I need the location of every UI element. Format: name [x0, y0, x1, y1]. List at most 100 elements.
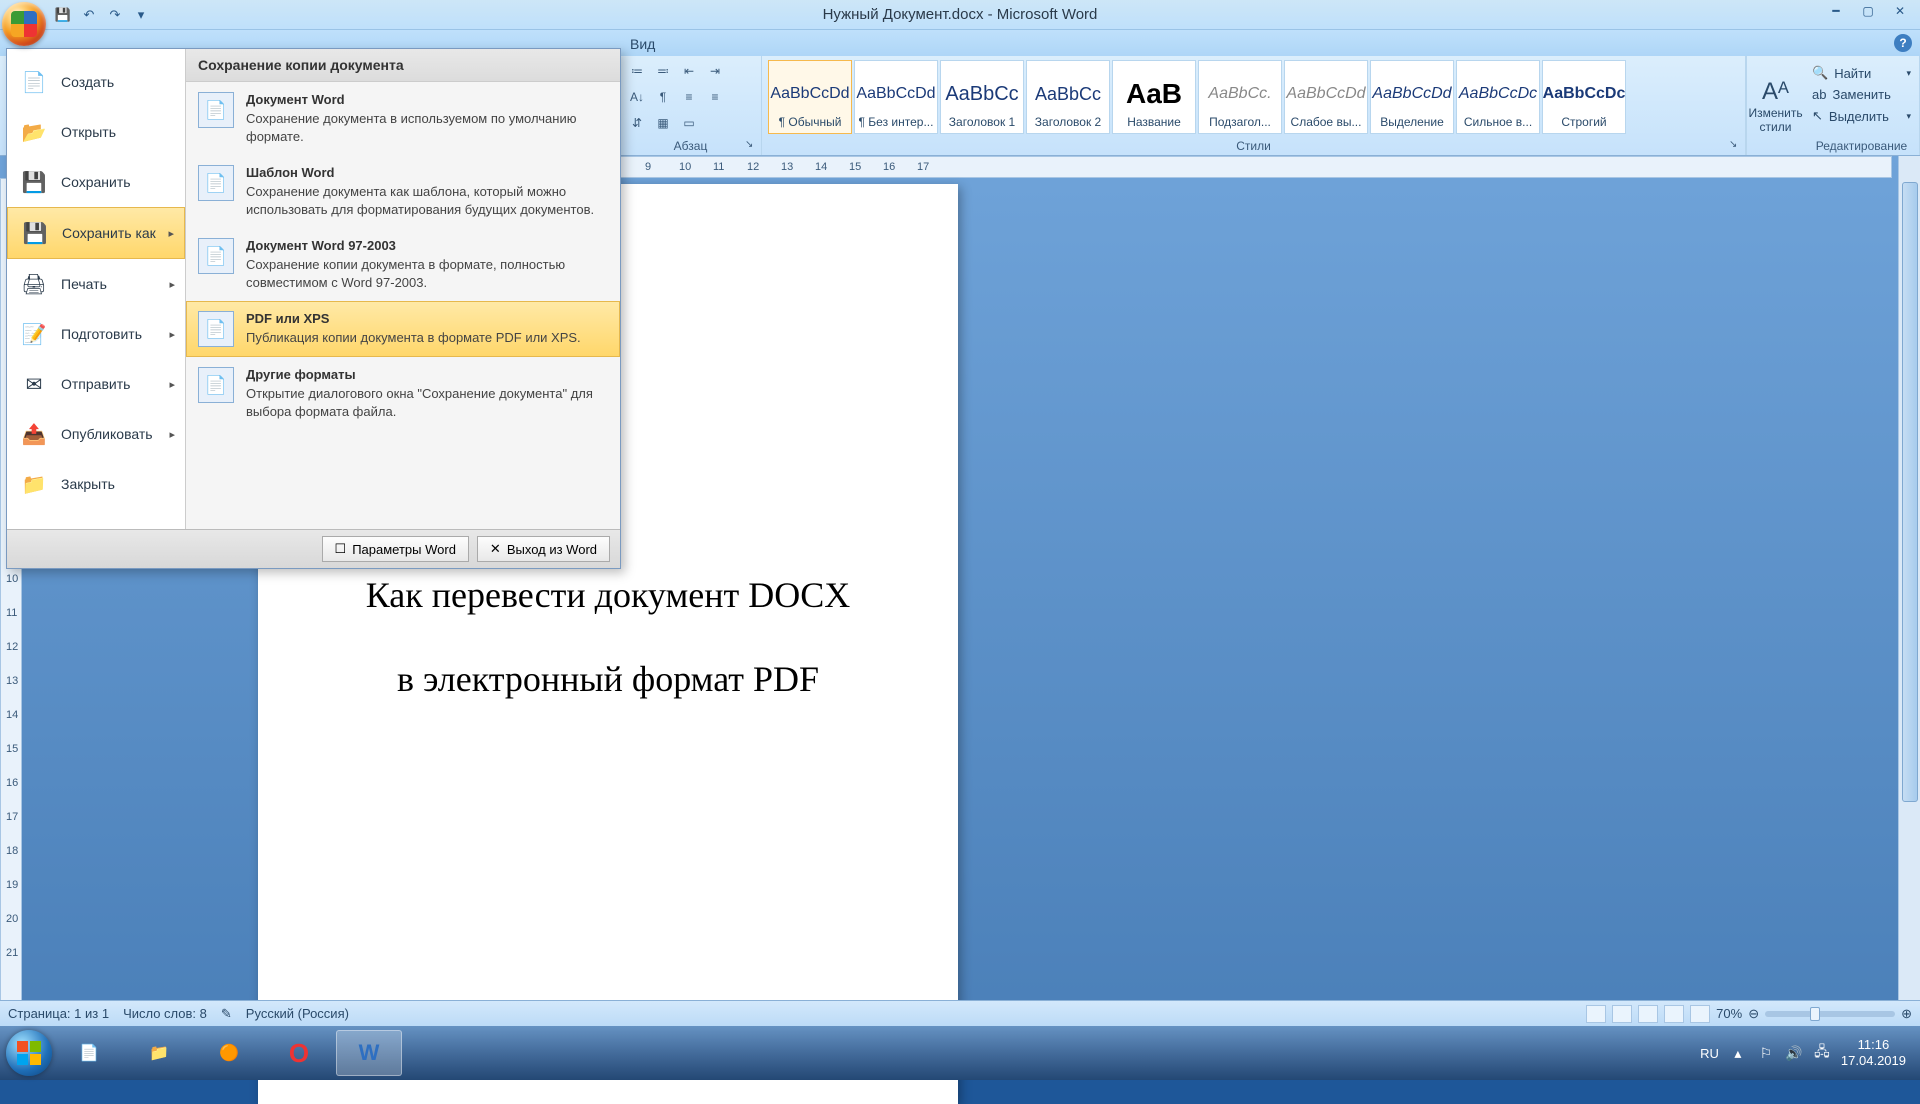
chevron-right-icon: ▸	[169, 428, 175, 441]
exit-icon: ✕	[490, 541, 501, 557]
paragraph-launcher-icon[interactable]: ↘	[745, 139, 759, 153]
spellcheck-icon[interactable]: ✎	[221, 1006, 232, 1022]
clock[interactable]: 11:16 17.04.2019	[1841, 1037, 1906, 1068]
fullscreen-reading-view-icon[interactable]	[1612, 1005, 1632, 1023]
flag-icon[interactable]: ⚐	[1757, 1044, 1775, 1062]
redo-icon[interactable]: ↷	[106, 6, 124, 24]
web-layout-view-icon[interactable]	[1638, 1005, 1658, 1023]
taskbar-app-ubuntu[interactable]: 🟠	[196, 1030, 262, 1076]
menu-item-icon: 📤	[19, 419, 49, 449]
zoom-slider-thumb[interactable]	[1810, 1007, 1820, 1021]
save-as-option[interactable]: 📄Шаблон WordСохранение документа как шаб…	[186, 155, 620, 228]
windows-taskbar: 📄 📁 🟠 O W RU ▴ ⚐ 🔊 🖧 11:16 17.04.2019	[0, 1026, 1920, 1080]
undo-icon[interactable]: ↶	[80, 6, 98, 24]
language-indicator[interactable]: Русский (Россия)	[246, 1006, 349, 1021]
show-marks-icon[interactable]: ¶	[652, 86, 674, 108]
indent-increase-icon[interactable]: ⇥	[704, 60, 726, 82]
page-count[interactable]: Страница: 1 из 1	[8, 1006, 109, 1021]
replace-button[interactable]: abЗаменить	[1810, 84, 1913, 105]
tab-view[interactable]: Вид	[618, 32, 667, 56]
tray-arrow-icon[interactable]: ▴	[1729, 1044, 1747, 1062]
office-menu-item[interactable]: 🖨Печать▸	[7, 259, 185, 309]
line-spacing-icon[interactable]: ⇵	[626, 112, 648, 134]
save-as-option[interactable]: 📄Другие форматыОткрытие диалогового окна…	[186, 357, 620, 430]
menu-item-icon: ✉	[19, 369, 49, 399]
sort-icon[interactable]: A↓	[626, 86, 648, 108]
minimize-button[interactable]: ━	[1822, 2, 1850, 20]
scrollbar-thumb[interactable]	[1902, 182, 1918, 802]
vertical-scrollbar[interactable]	[1898, 156, 1920, 1044]
volume-icon[interactable]: 🔊	[1785, 1044, 1803, 1062]
office-button[interactable]	[2, 2, 46, 46]
change-styles-label: Изменить стили	[1748, 106, 1802, 134]
style-item[interactable]: AaBbCcDd¶ Без интер...	[854, 60, 938, 134]
maximize-button[interactable]: ▢	[1854, 2, 1882, 20]
draft-view-icon[interactable]	[1690, 1005, 1710, 1023]
save-as-option[interactable]: 📄PDF или XPSПубликация копии документа в…	[186, 301, 620, 357]
taskbar-app-explorer[interactable]: 📁	[126, 1030, 192, 1076]
select-button[interactable]: ↖Выделить▾	[1810, 105, 1913, 127]
word-options-button[interactable]: ☐Параметры Word	[322, 536, 469, 562]
borders-icon[interactable]: ▭	[678, 112, 700, 134]
menu-item-icon: 💾	[19, 167, 49, 197]
save-as-option[interactable]: 📄Документ Word 97-2003Сохранение копии д…	[186, 228, 620, 301]
style-item[interactable]: AaBbCcDdСлабое вы...	[1284, 60, 1368, 134]
qat-dropdown-icon[interactable]: ▾	[132, 6, 150, 24]
save-icon[interactable]: 💾	[54, 6, 72, 24]
network-icon[interactable]: 🖧	[1813, 1044, 1831, 1062]
office-menu-item[interactable]: 📁Закрыть	[7, 459, 185, 509]
options-icon: ☐	[335, 541, 347, 557]
style-item[interactable]: AaBbCcЗаголовок 2	[1026, 60, 1110, 134]
print-layout-view-icon[interactable]	[1586, 1005, 1606, 1023]
shading-icon[interactable]: ▦	[652, 112, 674, 134]
taskbar-app-word[interactable]: W	[336, 1030, 402, 1076]
close-button[interactable]: ✕	[1886, 2, 1914, 20]
align-left-icon[interactable]: ≡	[678, 86, 700, 108]
input-language[interactable]: RU	[1700, 1046, 1719, 1061]
office-menu-item[interactable]: ✉Отправить▸	[7, 359, 185, 409]
help-icon[interactable]: ?	[1894, 34, 1912, 52]
style-item[interactable]: AaBbCcDd¶ Обычный	[768, 60, 852, 134]
office-menu-item[interactable]: 📄Создать	[7, 57, 185, 107]
office-menu-item[interactable]: 💾Сохранить	[7, 157, 185, 207]
style-item[interactable]: AaBНазвание	[1112, 60, 1196, 134]
document-text-line2[interactable]: в электронный формат PDF	[308, 658, 908, 700]
taskbar-app-notepad[interactable]: 📄	[56, 1030, 122, 1076]
menu-item-icon: 🖨	[19, 269, 49, 299]
group-label: Стили	[762, 139, 1745, 153]
style-item[interactable]: AaBbCcDcСильное в...	[1456, 60, 1540, 134]
change-styles-button[interactable]: Aᴬ Изменить стили	[1746, 56, 1804, 155]
word-count[interactable]: Число слов: 8	[123, 1006, 207, 1021]
zoom-slider[interactable]	[1765, 1011, 1895, 1017]
office-menu-item[interactable]: 📝Подготовить▸	[7, 309, 185, 359]
document-text-line1[interactable]: Как перевести документ DOCX	[308, 574, 908, 616]
chevron-right-icon: ▸	[169, 328, 175, 341]
styles-gallery[interactable]: AaBbCcDd¶ ОбычныйAaBbCcDd¶ Без интер...A…	[768, 60, 1739, 134]
office-menu-right: Сохранение копии документа 📄Документ Wor…	[185, 49, 620, 529]
style-item[interactable]: AaBbCcDcСтрогий	[1542, 60, 1626, 134]
exit-word-button[interactable]: ✕Выход из Word	[477, 536, 610, 562]
office-menu-item[interactable]: 📂Открыть	[7, 107, 185, 157]
align-center-icon[interactable]: ≡	[704, 86, 726, 108]
bullet-list-icon[interactable]: ≔	[626, 60, 648, 82]
chevron-right-icon: ▸	[169, 278, 175, 291]
find-button[interactable]: 🔍Найти▾	[1810, 62, 1913, 84]
menu-item-icon: 📝	[19, 319, 49, 349]
zoom-out-button[interactable]: ⊖	[1748, 1006, 1759, 1022]
save-as-option[interactable]: 📄Документ WordСохранение документа в исп…	[186, 82, 620, 155]
style-item[interactable]: AaBbCcЗаголовок 1	[940, 60, 1024, 134]
start-button[interactable]	[6, 1030, 52, 1076]
number-list-icon[interactable]: ≕	[652, 60, 674, 82]
titlebar: 💾 ↶ ↷ ▾ Нужный Документ.docx - Microsoft…	[0, 0, 1920, 30]
style-item[interactable]: AaBbCcDdВыделение	[1370, 60, 1454, 134]
indent-decrease-icon[interactable]: ⇤	[678, 60, 700, 82]
zoom-level[interactable]: 70%	[1716, 1006, 1742, 1021]
office-menu-item[interactable]: 💾Сохранить как▸	[7, 207, 185, 259]
zoom-in-button[interactable]: ⊕	[1901, 1006, 1912, 1022]
chevron-right-icon: ▸	[168, 227, 174, 240]
outline-view-icon[interactable]	[1664, 1005, 1684, 1023]
style-item[interactable]: AaBbCc.Подзагол...	[1198, 60, 1282, 134]
office-menu-item[interactable]: 📤Опубликовать▸	[7, 409, 185, 459]
styles-launcher-icon[interactable]: ↘	[1729, 139, 1743, 153]
taskbar-app-opera[interactable]: O	[266, 1030, 332, 1076]
